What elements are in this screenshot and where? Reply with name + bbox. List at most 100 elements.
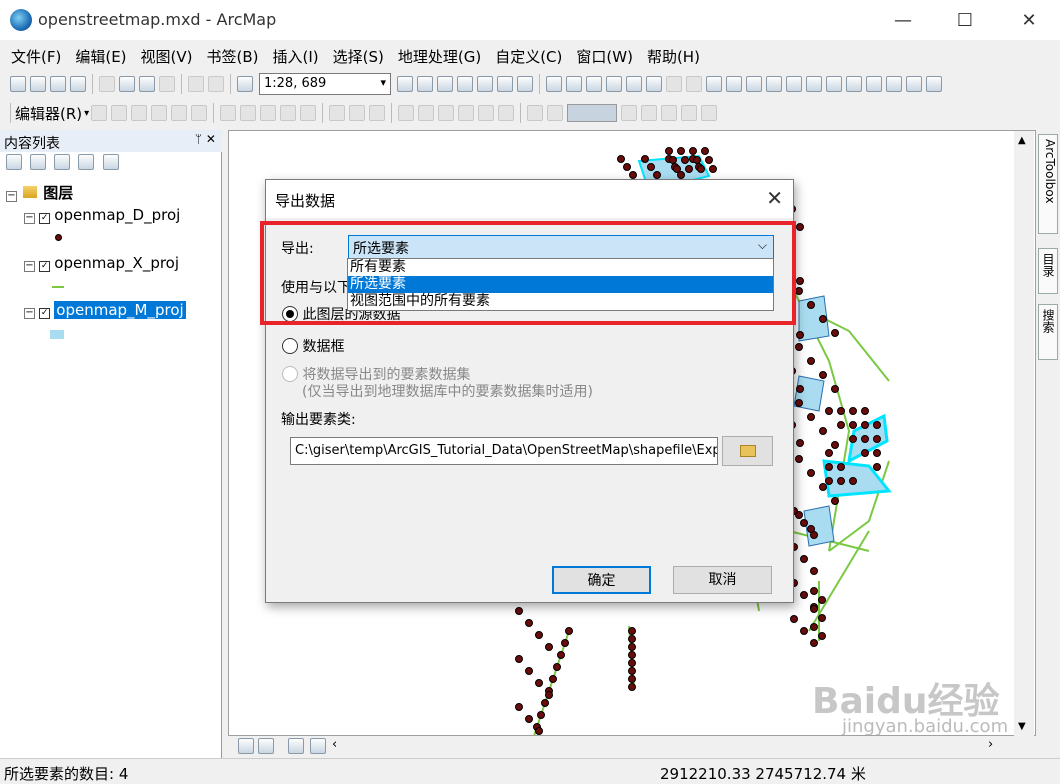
print-icon[interactable] [70,76,86,92]
layer-item-x[interactable]: − ✓ openmap_X_proj [24,254,179,272]
edit-tool-icon[interactable] [91,105,108,121]
options-icon[interactable] [102,154,119,170]
create-features-icon[interactable] [369,105,386,121]
straight-segment-icon[interactable] [131,105,148,121]
draw-icon-4[interactable] [641,105,658,121]
measure-icon[interactable] [826,76,842,92]
menu-view[interactable]: 视图(V) [141,46,193,67]
browse-button[interactable] [722,436,773,466]
layer-item-d[interactable]: − ✓ openmap_D_proj [24,206,180,224]
cancel-button[interactable]: 取消 [673,566,772,594]
menu-edit[interactable]: 编辑(E) [75,46,126,67]
catalog-icon[interactable] [437,76,453,92]
layers-group[interactable]: − 图层 [6,182,73,203]
georef-icon-4[interactable] [458,105,475,121]
find-icon[interactable] [846,76,862,92]
pan-icon[interactable] [586,76,602,92]
save-icon[interactable] [50,76,66,92]
menu-geoprocessing[interactable]: 地理处理(G) [398,46,481,67]
attributes-icon[interactable] [329,105,346,121]
list-by-drawing-order-icon[interactable] [6,154,22,170]
edit-vertices-icon[interactable] [220,105,237,121]
redo-icon[interactable] [208,76,224,92]
menu-insert[interactable]: 插入(I) [273,46,319,67]
model-builder-icon[interactable] [517,76,533,92]
hyperlink-icon[interactable] [786,76,802,92]
checkbox-checked[interactable]: ✓ [39,308,51,319]
font-size-combo[interactable] [567,104,618,122]
viewer-window-icon[interactable] [926,76,942,92]
undo-icon[interactable] [188,76,204,92]
add-data-icon[interactable] [237,76,253,92]
clear-selection-icon[interactable] [726,76,742,92]
find-route-icon[interactable] [866,76,882,92]
close-window-button[interactable]: ✕ [1006,0,1052,40]
cut-icon[interactable] [99,76,115,92]
go-to-xy-icon[interactable] [886,76,902,92]
georef-icon-1[interactable] [398,105,415,121]
menu-customize[interactable]: 自定义(C) [495,46,562,67]
layout-view-icon[interactable] [238,738,254,754]
delete-icon[interactable] [159,76,175,92]
layer-item-m[interactable]: − ✓ openmap_M_proj [24,301,186,319]
scroll-left-icon[interactable]: ‹ [332,737,337,752]
identify-icon[interactable] [766,76,782,92]
new-document-icon[interactable] [10,76,26,92]
ok-button[interactable]: 确定 [552,566,651,594]
back-icon[interactable] [666,76,682,92]
cut-polygons-icon[interactable] [260,105,277,121]
maximize-button[interactable]: ☐ [942,0,988,40]
vertical-scrollbar[interactable]: ▲ ▼ [1014,131,1034,736]
html-popup-icon[interactable] [806,76,822,92]
menu-selection[interactable]: 选择(S) [333,46,384,67]
copy-icon[interactable] [119,76,135,92]
menu-bookmarks[interactable]: 书签(B) [207,46,259,67]
fixed-zoom-in-icon[interactable] [626,76,642,92]
output-path-input[interactable]: C:\giser\temp\ArcGIS_Tutorial_Data\OpenS… [290,437,718,465]
menu-windows[interactable]: 窗口(W) [576,46,633,67]
editor-toolbar-icon[interactable] [397,76,413,92]
checkbox-checked[interactable]: ✓ [39,261,51,272]
tab-catalog[interactable]: 目录 [1038,248,1058,294]
draw-icon-1[interactable] [527,105,544,121]
pin-close-icon[interactable]: ᛘ ✕ [195,132,216,146]
list-by-selection-icon[interactable] [78,154,95,170]
collapse-icon[interactable]: − [24,261,35,272]
zoom-out-icon[interactable] [566,76,582,92]
radio-data-frame[interactable]: 数据框 [282,336,344,356]
refresh-icon[interactable] [288,738,304,754]
reshape-icon[interactable] [240,105,257,121]
zoom-in-icon[interactable] [546,76,562,92]
trace-icon[interactable] [171,105,188,121]
scroll-up-icon[interactable]: ▲ [1018,135,1026,146]
draw-icon-3[interactable] [621,105,638,121]
fixed-zoom-out-icon[interactable] [646,76,662,92]
scroll-down-icon[interactable]: ▼ [1018,721,1026,732]
sketch-properties-icon[interactable] [349,105,366,121]
data-view-icon[interactable] [258,738,274,754]
draw-icon-2[interactable] [547,105,564,121]
select-elements-icon[interactable] [746,76,762,92]
draw-icon-7[interactable] [701,105,718,121]
georef-icon-2[interactable] [418,105,435,121]
python-icon[interactable] [497,76,513,92]
georef-icon-5[interactable] [478,105,495,121]
tab-search[interactable]: 搜索 [1038,304,1058,360]
dialog-close-button[interactable]: ✕ [766,186,783,210]
pause-drawing-icon[interactable] [310,738,326,754]
search-window-icon[interactable] [457,76,473,92]
menu-file[interactable]: 文件(F) [11,46,61,67]
time-slider-icon[interactable] [906,76,922,92]
draw-icon-6[interactable] [681,105,698,121]
rotate-icon[interactable] [300,105,317,121]
collapse-icon[interactable]: − [24,308,35,319]
minimize-button[interactable]: — [880,0,926,40]
georef-icon-6[interactable] [498,105,515,121]
georef-icon-3[interactable] [438,105,455,121]
open-icon[interactable] [30,76,46,92]
table-of-contents-icon[interactable] [417,76,433,92]
list-by-visibility-icon[interactable] [54,154,71,170]
point-icon[interactable] [191,105,208,121]
collapse-icon[interactable]: − [24,213,35,224]
map-scale-combo[interactable]: 1:28, 689 ▾ [259,73,391,95]
